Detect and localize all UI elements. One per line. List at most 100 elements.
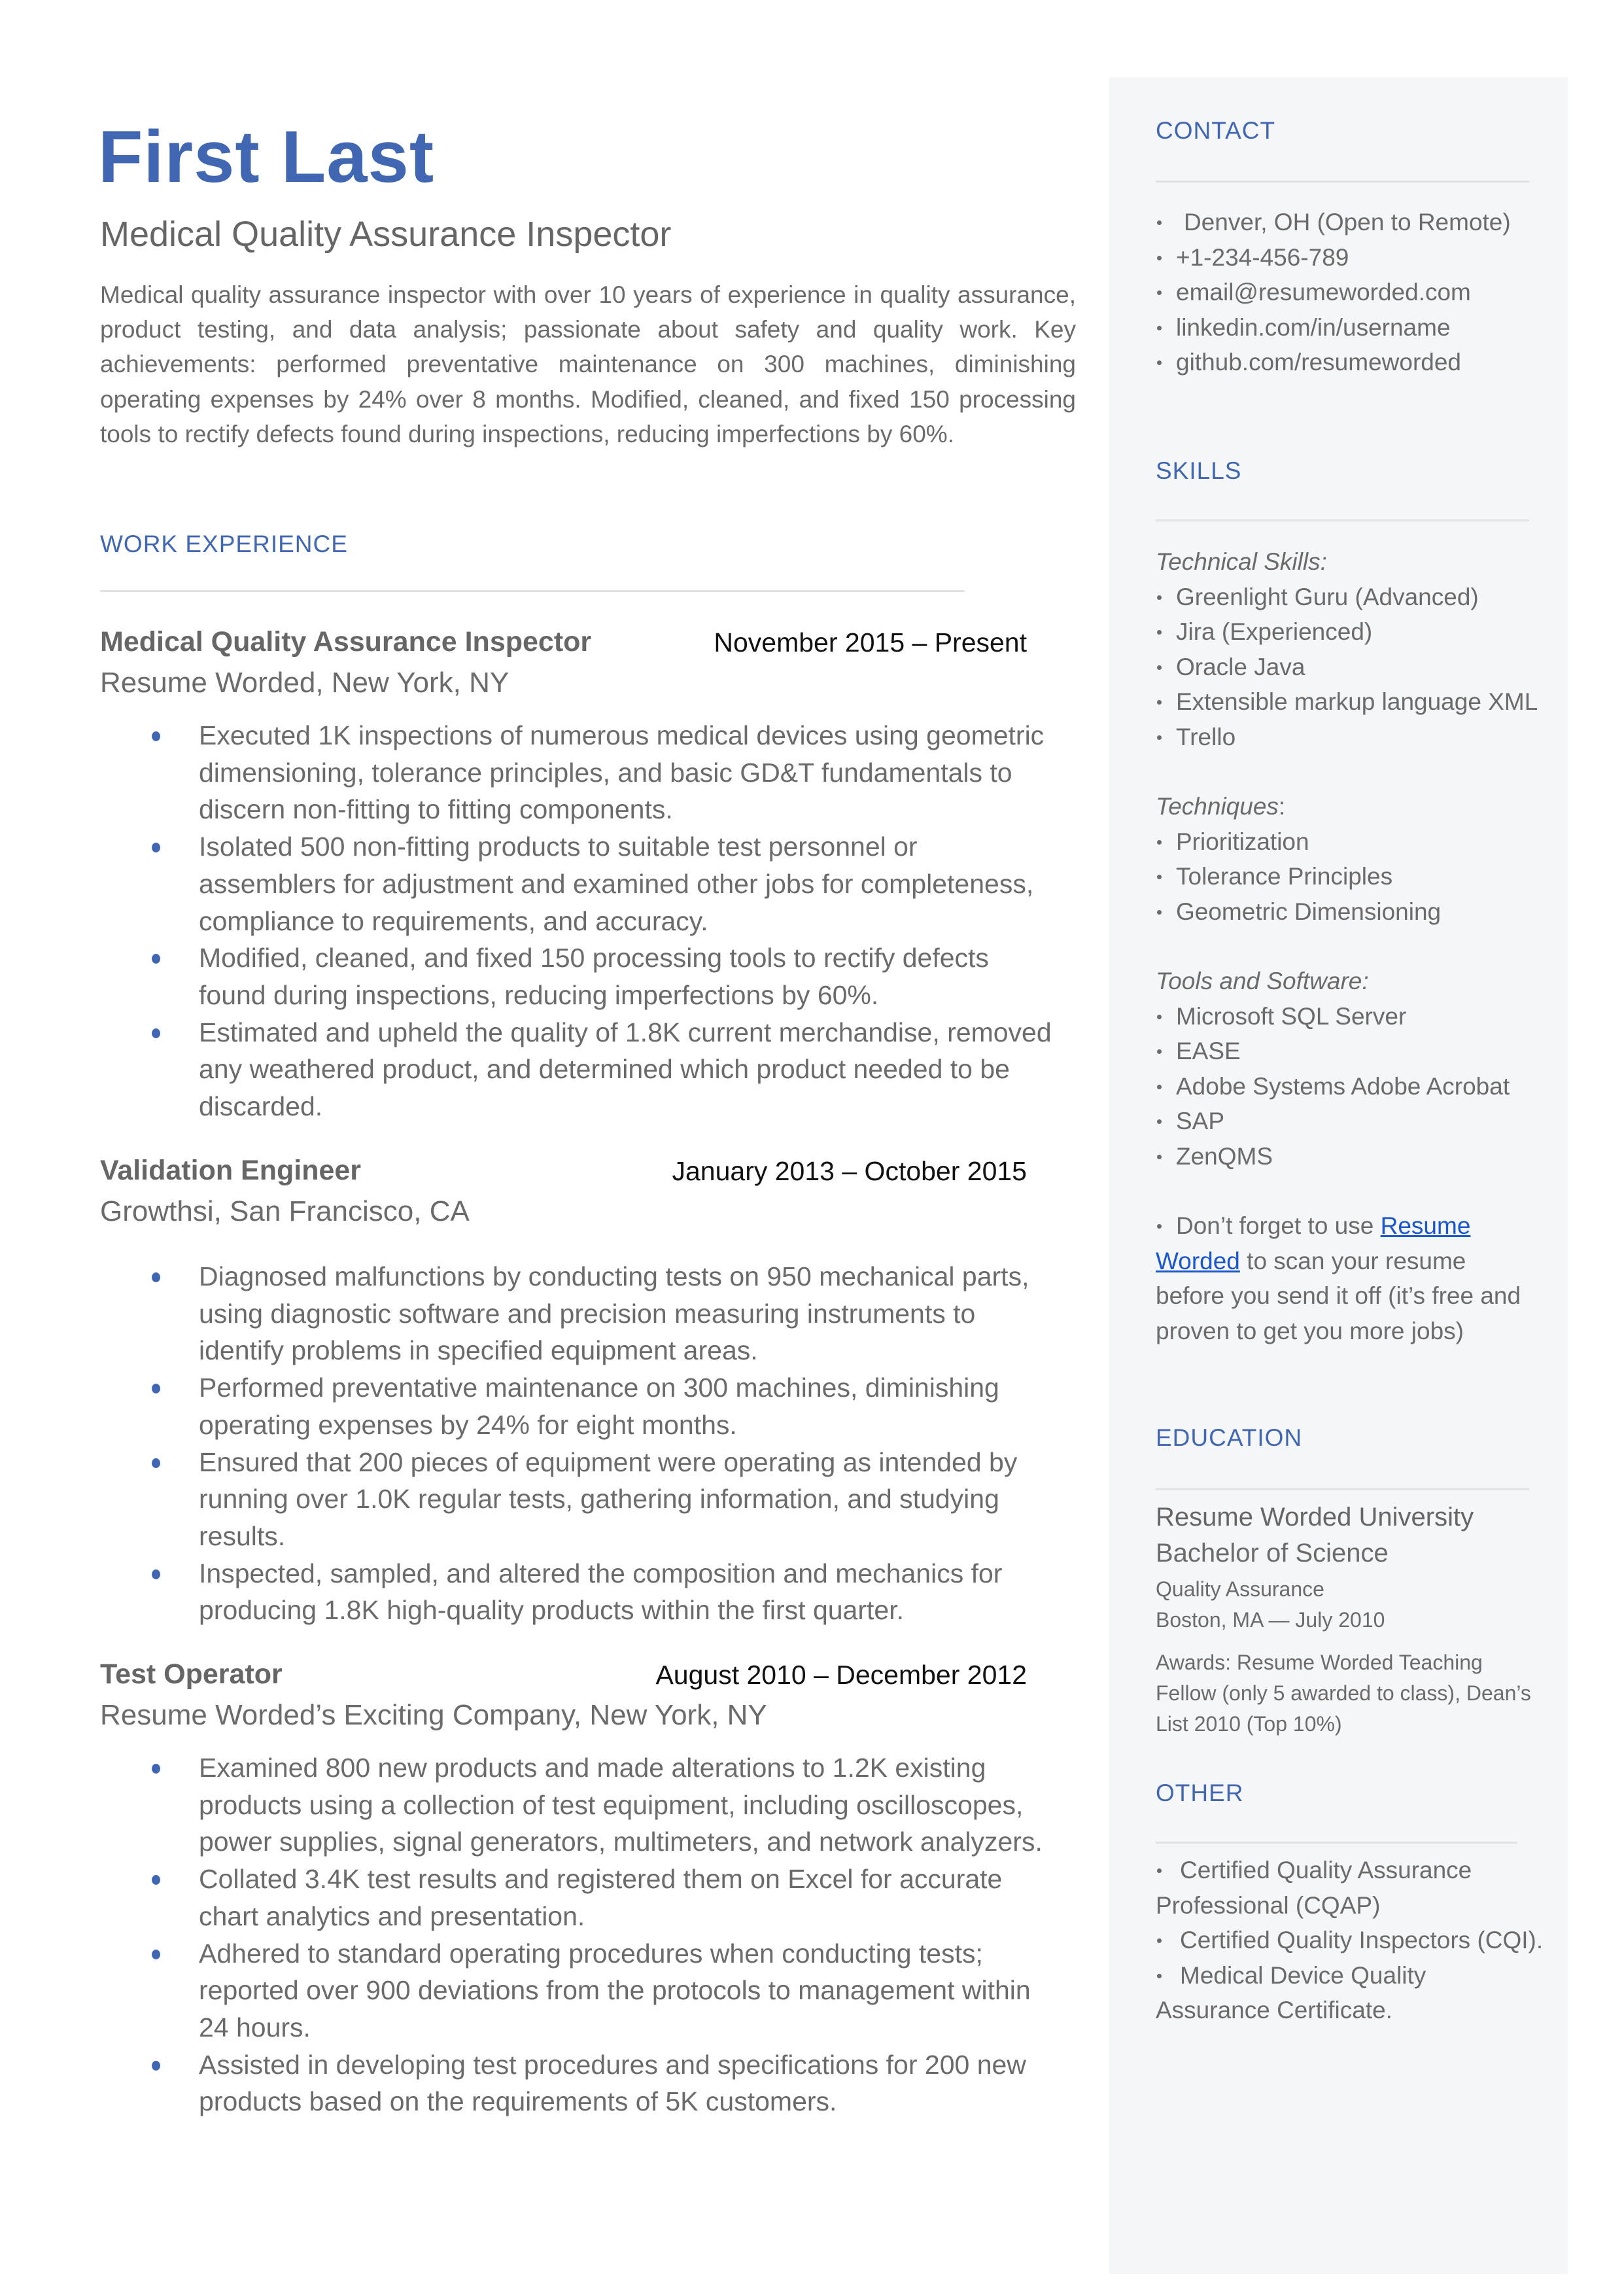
bullet-dot-icon [152,1949,160,1959]
bullet-dot-icon [152,1764,160,1774]
skill-item: Extensible markup language XML [1156,684,1538,720]
bullet-dot-icon [152,1028,160,1038]
bullet-dot-icon [1157,1868,1162,1873]
skill-item: ZenQMS [1156,1139,1510,1174]
skill-item: Oracle Java [1156,650,1538,685]
candidate-name: First Last [98,116,435,198]
job-dates: January 2013 – October 2015 [672,1156,1028,1186]
contact-phone[interactable]: +1-234-456-789 [1156,240,1511,275]
contact-github[interactable]: github.com/resumeworded [1156,345,1511,380]
bullet-dot-icon [152,1384,160,1394]
bullet-dot-icon [1157,220,1162,225]
bullet-dot-icon [152,1272,160,1282]
job-bullet: Executed 1K inspections of numerous medi… [100,717,1055,828]
job-bullet: Modified, cleaned, and fixed 150 process… [100,939,1055,1013]
skill-item: Tolerance Principles [1156,859,1441,894]
contact-heading: CONTACT [1156,117,1276,144]
job-bullet: Ensured that 200 pieces of equipment wer… [100,1444,1055,1555]
job-title: Test Operator [100,1658,283,1690]
bullet-dot-icon [1157,700,1162,705]
bullet-dot-icon [152,843,160,853]
job-title: Medical Quality Assurance Inspector [100,626,592,657]
bullet-dot-icon [1157,1154,1162,1159]
other-list: Certified Quality Assurance Professional… [1156,1853,1543,2028]
job-bullet: Examined 800 new products and made alter… [100,1749,1055,1861]
job-bullet-text: Inspected, sampled, and altered the comp… [199,1558,1003,1626]
job-bullet: Adhered to standard operating procedures… [100,1935,1055,2046]
job-bullet-text: Modified, cleaned, and fixed 150 process… [199,943,989,1010]
job-bullet: Estimated and upheld the quality of 1.8K… [100,1014,1055,1125]
other-item-continuation: Assurance Certificate. [1156,1997,1392,2023]
bullet-dot-icon [1157,290,1162,295]
bullet-dot-icon [1157,1973,1162,1978]
job-bullet-text: Estimated and upheld the quality of 1.8K… [199,1017,1052,1122]
bullet-dot-icon [1157,1084,1162,1089]
bullet-dot-icon [1157,360,1162,365]
bullet-dot-icon [152,1875,160,1885]
job-bullet: Collated 3.4K test results and registere… [100,1861,1055,1935]
skills-heading: SKILLS [1156,457,1242,484]
skill-item: Prioritization [1156,824,1441,860]
other-item: Medical Device Quality [1156,1958,1543,1993]
bullet-dot-icon [1157,595,1162,600]
bullet-dot-icon [152,1569,160,1579]
resume-worded-link[interactable]: Worded [1156,1248,1240,1274]
job-bullet-text: Adhered to standard operating procedures… [199,1938,1031,2042]
job-title: Validation Engineer [100,1155,362,1186]
bullet-dot-icon [1157,909,1162,915]
skill-item: Trello [1156,720,1538,755]
bullet-dot-icon [152,1458,160,1468]
job-bullet-text: Diagnosed malfunctions by conducting tes… [199,1261,1029,1366]
skills-category-label: Techniques: [1156,793,1286,820]
bullet-dot-icon [1157,1119,1162,1124]
education-location-date: Boston, MA — July 2010 [1156,1608,1385,1632]
skill-item: Geometric Dimensioning [1156,894,1441,930]
bullet-dot-icon [1157,665,1162,670]
bullet-dot-icon [1157,1049,1162,1054]
other-heading: OTHER [1156,1779,1244,1806]
bullet-dot-icon [1157,630,1162,635]
bullet-dot-icon [1157,735,1162,740]
skill-item: Microsoft SQL Server [1156,999,1510,1034]
resume-worded-tip: Don’t forget to use Resume Worded to sca… [1156,1212,1521,1344]
bullet-dot-icon [1157,1224,1162,1229]
job-bullet-text: Collated 3.4K test results and registere… [199,1864,1003,1931]
skills-category-technical: Technical Skills: Greenlight Guru (Advan… [1156,544,1538,754]
candidate-title: Medical Quality Assurance Inspector [100,215,672,254]
other-item-continuation: Professional (CQAP) [1156,1891,1381,1919]
job-dates: November 2015 – Present [714,627,1027,657]
skill-item: Jira (Experienced) [1156,614,1538,650]
contact-email[interactable]: email@resumeworded.com [1156,275,1511,310]
job-bullet: Performed preventative maintenance on 30… [100,1369,1055,1443]
bullet-dot-icon [1157,325,1162,330]
job-bullet-text: Executed 1K inspections of numerous medi… [199,720,1045,825]
skill-item: Adobe Systems Adobe Acrobat [1156,1069,1510,1104]
contact-list: Denver, OH (Open to Remote) +1-234-456-7… [1156,205,1511,380]
education-awards: Awards: Resume Worded Teaching Fellow (o… [1156,1651,1531,1736]
job-bullet-text: Isolated 500 non-fitting products to sui… [199,832,1034,936]
job-company: Resume Worded, New York, NY [100,667,510,699]
resume-worded-link[interactable]: Resume [1381,1212,1471,1239]
job-bullet-text: Performed preventative maintenance on 30… [199,1373,999,1440]
bullet-dot-icon [1157,875,1162,879]
job-company: Growthsi, San Francisco, CA [100,1195,470,1227]
skills-category-tools: Tools and Software: Microsoft SQL Server… [1156,964,1510,1174]
contact-linkedin[interactable]: linkedin.com/in/username [1156,310,1511,345]
skills-divider [1156,519,1529,521]
job-bullet: Diagnosed malfunctions by conducting tes… [100,1258,1055,1369]
work-experience-heading: WORK EXPERIENCE [100,531,348,557]
education-divider [1156,1488,1529,1490]
other-item: Certified Quality Assurance [1156,1853,1543,1888]
job-bullets: Executed 1K inspections of numerous medi… [100,717,1055,1125]
job-bullet-text: Examined 800 new products and made alter… [199,1753,1043,1857]
job-bullet: Assisted in developing test procedures a… [100,2046,1055,2120]
skills-category-label: Technical Skills: [1156,548,1327,575]
bullet-dot-icon [1157,255,1162,260]
contact-divider [1156,181,1529,183]
skill-item: Greenlight Guru (Advanced) [1156,580,1538,615]
bullet-dot-icon [152,731,160,741]
bullet-dot-icon [1157,1938,1162,1943]
bullet-dot-icon [1157,1014,1162,1019]
other-divider [1156,1842,1517,1844]
job-dates: August 2010 – December 2012 [655,1660,1027,1690]
